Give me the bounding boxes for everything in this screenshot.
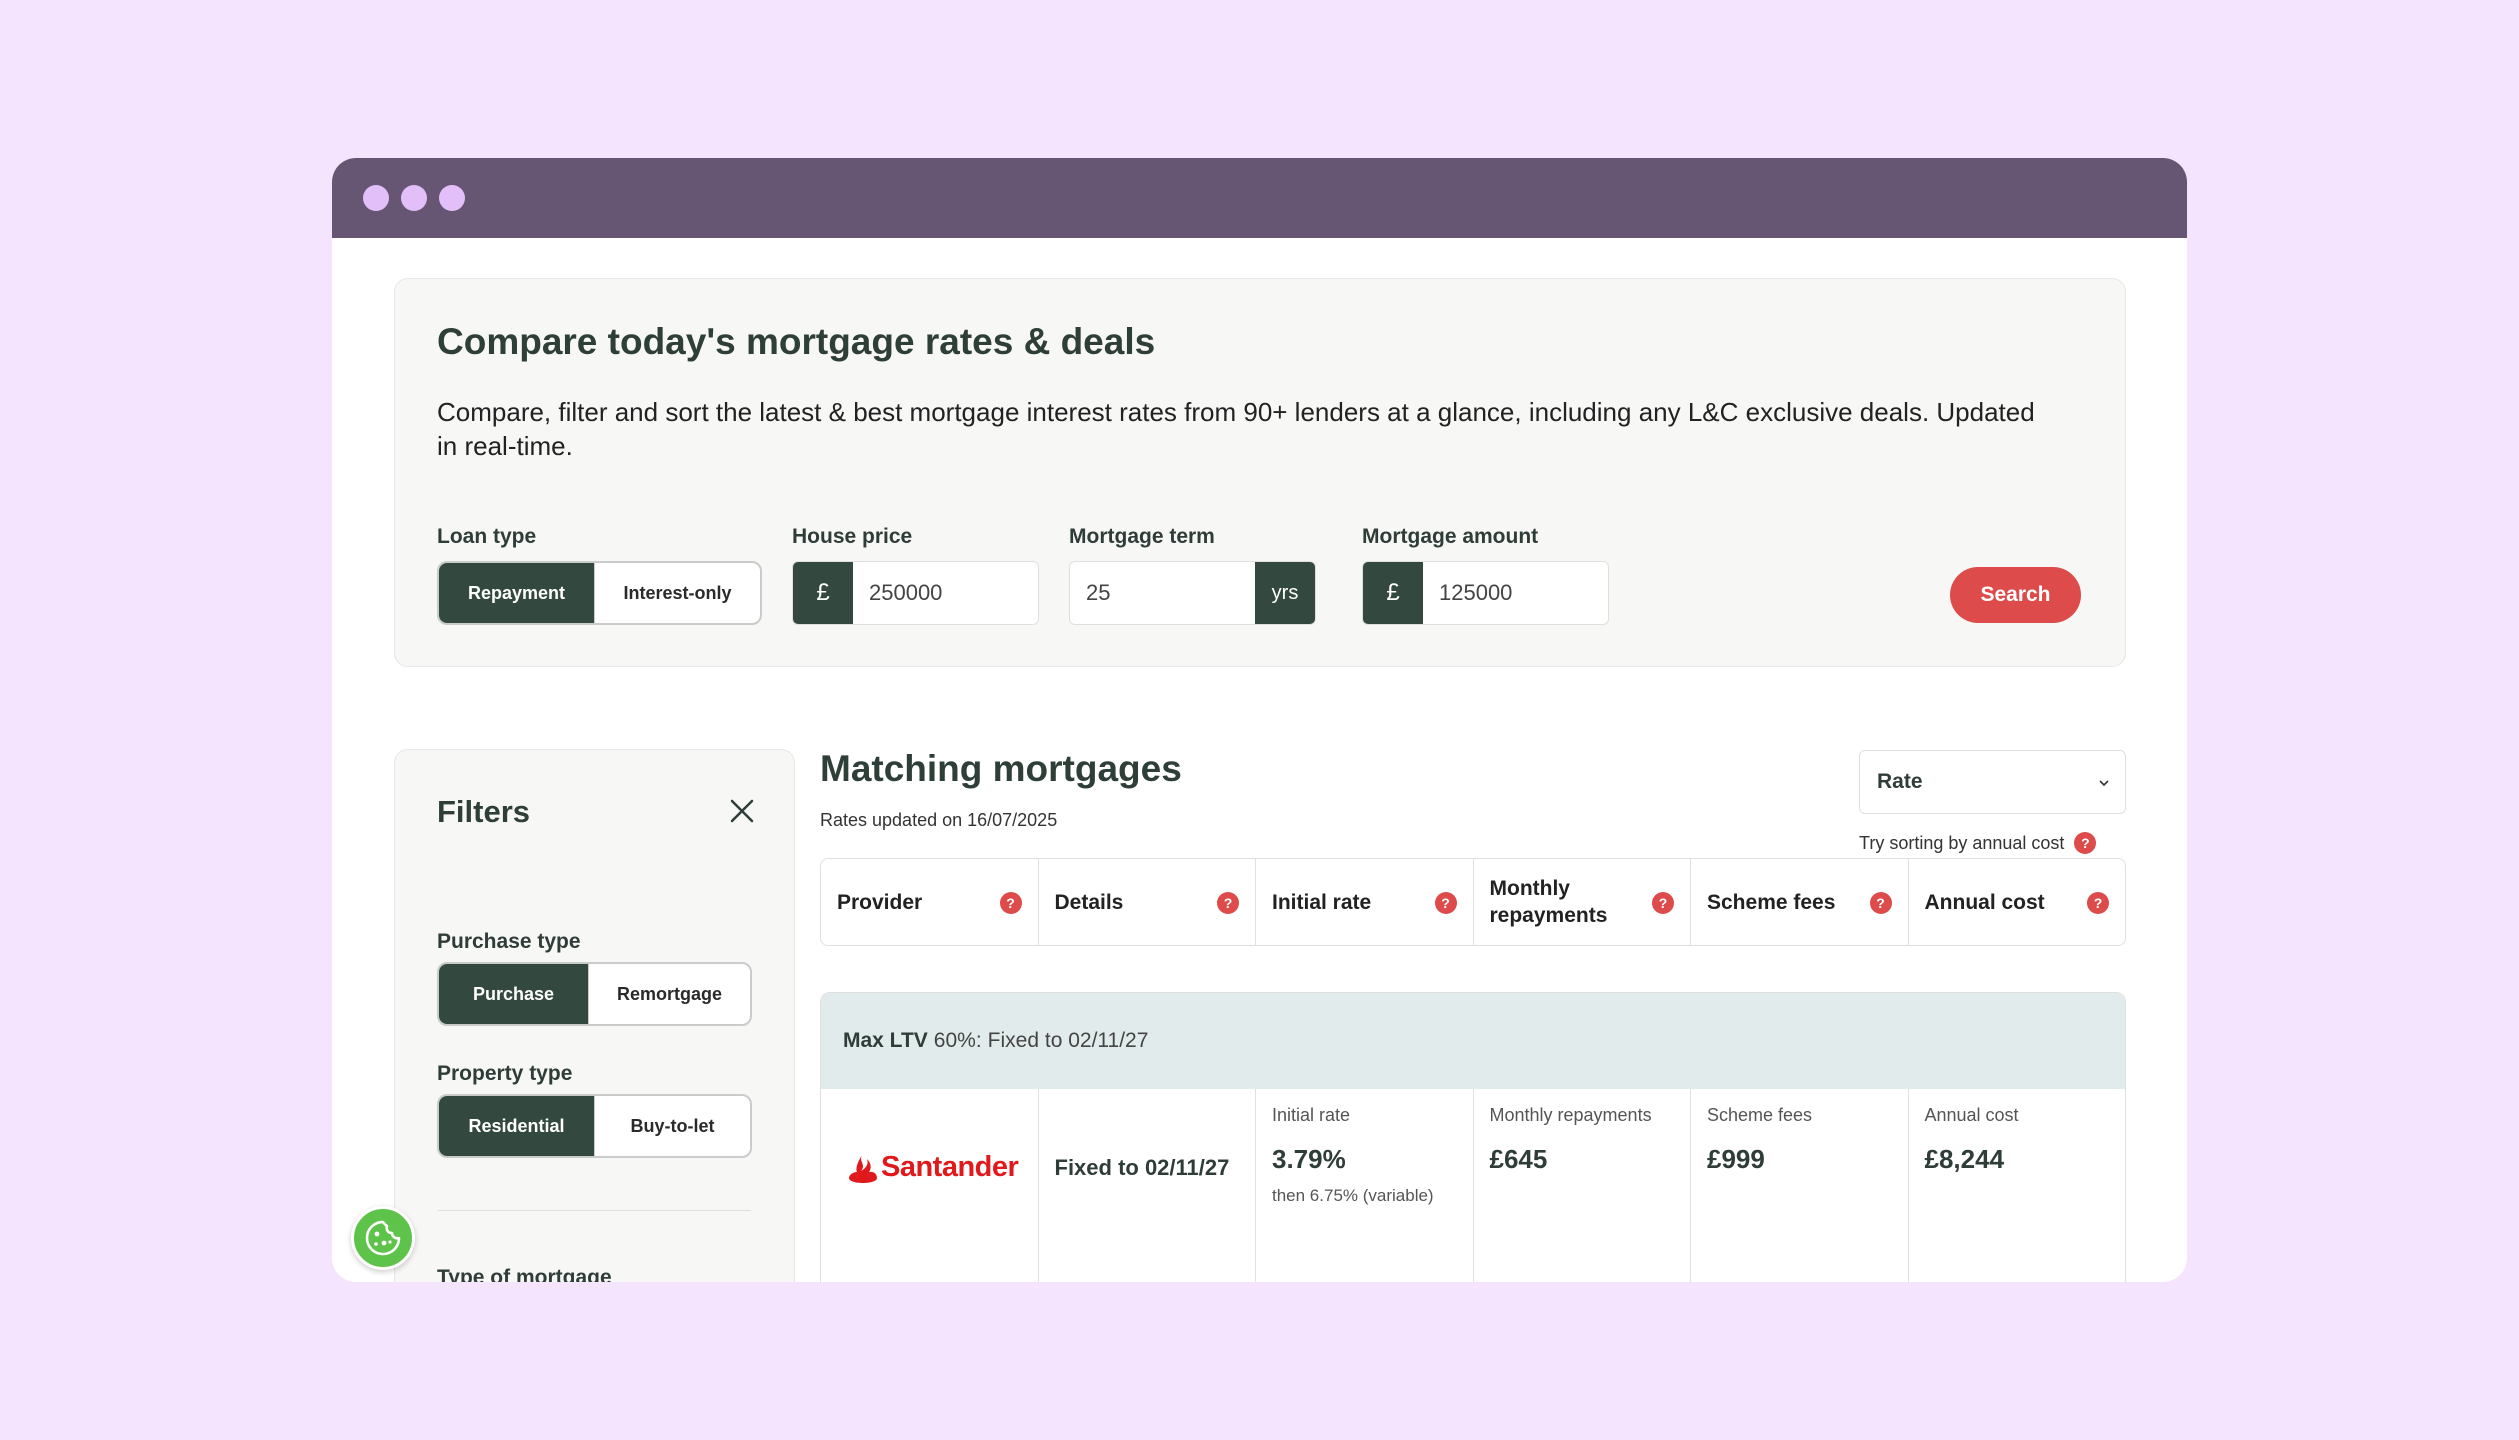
column-label: Annual cost (1924, 890, 2045, 914)
pound-prefix: £ (1363, 562, 1423, 624)
purchase-type-remortgage[interactable]: Remortgage (588, 964, 750, 1024)
help-icon[interactable]: ? (1217, 892, 1239, 914)
deal-details: Fixed to 02/11/27 (1054, 1155, 1230, 1180)
help-icon[interactable]: ? (1434, 892, 1457, 914)
monthly-repayments-cell: Monthly repayments £645 (1472, 1089, 1691, 1282)
deal-card[interactable]: Max LTV 60%: Fixed to 02/11/27 Santander… (820, 992, 2126, 1282)
property-type-residential[interactable]: Residential (439, 1096, 594, 1156)
help-icon[interactable]: ? (999, 892, 1022, 914)
mortgage-term-field[interactable]: 25 yrs (1069, 561, 1316, 625)
help-icon[interactable]: ? (1652, 892, 1674, 914)
help-icon[interactable]: ? (1869, 892, 1892, 914)
annual-cost-value: £8,244 (1924, 1144, 2005, 1174)
help-icon[interactable]: ? (2074, 832, 2097, 854)
chevron-down-icon (2099, 780, 2109, 787)
mortgage-amount-field[interactable]: £ 125000 (1362, 561, 1609, 625)
mortgage-term-label: Mortgage term (1069, 525, 1215, 548)
column-monthly-repayments[interactable]: Monthly repayments ? (1472, 859, 1691, 945)
max-ltv-label: Max LTV (843, 1029, 928, 1052)
window-dot-3 (439, 185, 465, 211)
initial-rate-label: Initial rate (1272, 1105, 1351, 1125)
loan-type-label: Loan type (437, 525, 537, 548)
rates-updated-text: Rates updated on 16/07/2025 (820, 810, 1058, 830)
search-button[interactable]: Search (1950, 567, 2081, 623)
column-initial-rate[interactable]: Initial rate ? (1255, 859, 1473, 945)
house-price-input[interactable]: 250000 (853, 562, 1038, 624)
type-of-mortgage-label[interactable]: Type of mortgage (437, 1266, 612, 1282)
max-ltv-value: 60%: (933, 1029, 982, 1052)
initial-rate-cell: Initial rate 3.79% then 6.75% (variable) (1255, 1089, 1473, 1282)
browser-window: Compare today's mortgage rates & deals C… (332, 158, 2187, 1282)
page-content: Compare today's mortgage rates & deals C… (332, 238, 2187, 1282)
monthly-repayments-value: £645 (1489, 1144, 1548, 1174)
column-label: Monthly repayments (1489, 877, 1608, 927)
window-dot-1 (363, 185, 389, 211)
loan-type-toggle: Repayment Interest-only (437, 561, 762, 625)
pound-prefix: £ (793, 562, 853, 624)
column-annual-cost[interactable]: Annual cost ? (1907, 859, 2126, 945)
years-suffix: yrs (1255, 562, 1315, 624)
column-label: Details (1054, 890, 1124, 914)
close-icon[interactable] (729, 798, 755, 824)
window-titlebar (332, 158, 2187, 238)
provider-name: Santander (881, 1151, 1019, 1183)
sort-selected-value: Rate (1877, 770, 1923, 793)
house-price-label: House price (792, 525, 913, 548)
search-panel: Compare today's mortgage rates & deals C… (394, 278, 2126, 667)
scheme-fees-value: £999 (1707, 1144, 1765, 1174)
page-title: Compare today's mortgage rates & deals (437, 321, 1156, 362)
help-icon[interactable]: ? (2087, 892, 2109, 914)
property-type-buy-to-let[interactable]: Buy-to-let (594, 1096, 750, 1156)
column-scheme-fees[interactable]: Scheme fees ? (1690, 859, 1908, 945)
mortgage-amount-label: Mortgage amount (1362, 525, 1539, 548)
annual-cost-cell: Annual cost £8,244 (1907, 1089, 2126, 1282)
property-type-toggle: Residential Buy-to-let (437, 1094, 752, 1158)
column-label: Provider (837, 890, 923, 914)
annual-cost-label: Annual cost (1924, 1105, 2019, 1125)
house-price-field[interactable]: £ 250000 (792, 561, 1039, 625)
results-title: Matching mortgages (820, 748, 1182, 789)
page-description: Compare, filter and sort the latest & be… (437, 397, 2035, 461)
filters-title: Filters (437, 794, 531, 829)
sort-hint: Try sorting by annual cost ? (1859, 832, 2097, 854)
loan-type-repayment[interactable]: Repayment (439, 563, 594, 623)
column-provider[interactable]: Provider ? (821, 859, 1038, 945)
column-label: Scheme fees (1707, 890, 1836, 914)
scheme-fees-cell: Scheme fees £999 (1690, 1089, 1908, 1282)
sort-hint-text: Try sorting by annual cost (1859, 832, 2065, 853)
then-rate-text: then 6.75% (variable) (1272, 1186, 1434, 1205)
sort-select[interactable]: Rate (1859, 750, 2126, 814)
mortgage-term-input[interactable]: 25 (1070, 562, 1255, 624)
column-details[interactable]: Details ? (1037, 859, 1256, 945)
results-table-header: Provider ? Details ? Initial rate ? Mont… (820, 858, 2126, 946)
purchase-type-toggle: Purchase Remortgage (437, 962, 752, 1026)
column-label: Initial rate (1272, 890, 1372, 914)
scheme-fees-label: Scheme fees (1707, 1105, 1813, 1125)
filters-panel: Filters Purchase type Purchase Remortgag… (394, 749, 795, 1282)
deal-header: Max LTV 60%: Fixed to 02/11/27 (821, 993, 2125, 1089)
mortgage-amount-input[interactable]: 125000 (1423, 562, 1608, 624)
table-row: Santander Fixed to 02/11/27 Initial rate… (821, 1089, 2125, 1282)
initial-rate-value: 3.79% (1272, 1144, 1346, 1174)
cookie-icon (365, 1220, 401, 1256)
purchase-type-purchase[interactable]: Purchase (439, 964, 588, 1024)
property-type-label: Property type (437, 1062, 573, 1085)
purchase-type-label: Purchase type (437, 930, 581, 953)
provider-cell: Santander (821, 1089, 1038, 1282)
deal-fixed-text: Fixed to 02/11/27 (987, 1029, 1149, 1052)
window-dot-2 (401, 185, 427, 211)
cookie-settings-button[interactable] (351, 1206, 415, 1270)
loan-type-interest-only[interactable]: Interest-only (594, 563, 760, 623)
details-cell: Fixed to 02/11/27 (1037, 1089, 1256, 1282)
monthly-repayments-label: Monthly repayments (1489, 1105, 1652, 1125)
flame-icon (849, 1153, 877, 1183)
filters-divider (437, 1210, 751, 1211)
santander-logo: Santander (849, 1151, 1019, 1184)
